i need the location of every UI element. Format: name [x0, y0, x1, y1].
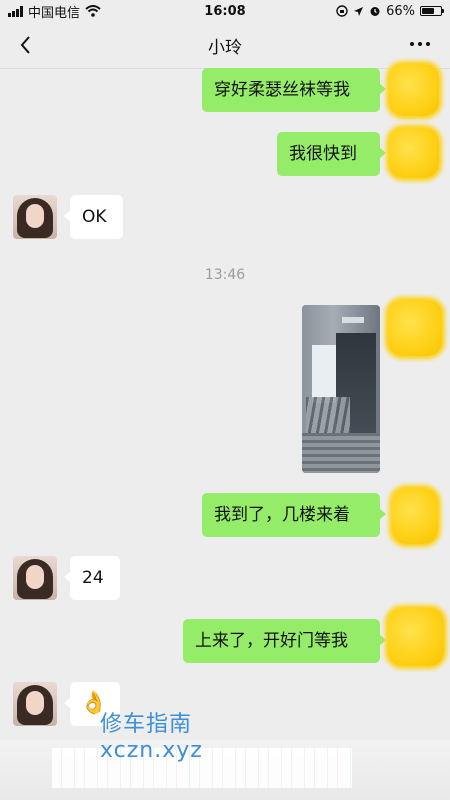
back-icon[interactable] — [14, 32, 40, 58]
my-avatar-redacted[interactable] — [392, 488, 438, 544]
watermark-line-2: xczn.xyz — [100, 738, 203, 763]
message-timestamp: 13:46 — [204, 267, 246, 283]
status-right: 66% — [336, 3, 444, 19]
my-avatar-redacted[interactable] — [389, 128, 439, 178]
carrier-label: 中国电信 — [28, 5, 81, 21]
chat-title: 小玲 — [208, 37, 242, 58]
location-icon — [354, 6, 364, 16]
status-bar: 中国电信 16:08 66% — [0, 0, 450, 22]
message-image[interactable] — [302, 305, 380, 473]
status-left: 中国电信 — [8, 2, 101, 21]
message-bubble-incoming[interactable]: OK — [64, 195, 123, 239]
signal-icon — [8, 5, 23, 17]
contact-avatar[interactable] — [13, 682, 57, 726]
dot-icon — [418, 42, 422, 46]
message-bubble-incoming[interactable]: 24 — [64, 556, 120, 600]
battery-icon — [420, 6, 444, 16]
screen-lock-icon — [336, 5, 348, 17]
my-avatar-redacted[interactable] — [389, 64, 439, 116]
message-bubble-outgoing[interactable]: 我很快到 — [277, 132, 386, 176]
contact-avatar[interactable] — [13, 195, 57, 239]
watermark: 修车指南 xczn.xyz — [100, 712, 300, 764]
battery-percent: 66% — [386, 3, 415, 19]
dot-icon — [426, 42, 430, 46]
watermark-line-1: 修车指南 — [100, 712, 193, 737]
wifi-icon — [85, 5, 101, 17]
battery-level — [422, 8, 434, 14]
dot-icon — [410, 42, 414, 46]
chat-header: 小玲 — [0, 22, 450, 69]
my-avatar-redacted[interactable] — [388, 608, 444, 666]
message-bubble-outgoing[interactable]: 上来了，开好门等我 — [183, 619, 386, 663]
message-bubble-outgoing[interactable]: 我到了，几楼来着 — [202, 493, 386, 537]
contact-avatar[interactable] — [13, 556, 57, 600]
my-avatar-redacted[interactable] — [388, 300, 442, 356]
more-options-button[interactable] — [410, 42, 430, 46]
message-bubble-outgoing[interactable]: 穿好柔瑟丝袜等我 — [202, 68, 386, 112]
alarm-icon — [370, 7, 380, 16]
